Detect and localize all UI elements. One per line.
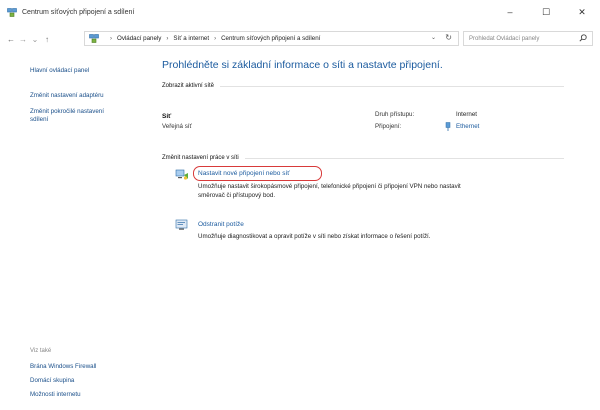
breadcrumb-separator: ›	[214, 35, 217, 42]
breadcrumb-control-panel[interactable]: Ovládací panely	[117, 35, 161, 42]
sidebar: Hlavní ovládací panel Změnit nastavení a…	[0, 55, 150, 410]
connections-label: Připojení:	[375, 123, 402, 130]
divider	[220, 85, 564, 87]
network-center-icon	[7, 7, 17, 17]
troubleshoot-description: Umožňuje diagnostikovat a opravit potíže…	[198, 233, 431, 240]
network-setup-icon	[175, 169, 189, 181]
address-row: ← → ⌄ ↑ › Ovládací panely › Síť a intern…	[0, 29, 600, 49]
page-title: Prohlédněte si základní informace o síti…	[162, 59, 443, 71]
see-also-link-homegroup[interactable]: Domácí skupina	[30, 377, 74, 385]
breadcrumb-separator: ›	[166, 35, 169, 42]
refresh-button[interactable]: ↻	[445, 33, 452, 42]
access-type-label: Druh přístupu:	[375, 111, 415, 118]
back-button[interactable]: ←	[5, 32, 17, 46]
troubleshoot-icon	[175, 219, 189, 231]
network-center-icon	[89, 34, 99, 43]
window-title: Centrum síťových připojení a sdílení	[22, 8, 135, 16]
see-also-link-internet-options[interactable]: Možnosti internetu	[30, 391, 81, 399]
breadcrumb-separator: ›	[110, 35, 112, 42]
access-type-value: Internet	[456, 111, 477, 118]
recent-locations-button[interactable]: ⌄	[29, 32, 41, 46]
sidebar-link-change-adapter-settings[interactable]: Změnit nastavení adaptéru	[30, 92, 104, 100]
sidebar-link-control-panel-home[interactable]: Hlavní ovládací panel	[30, 67, 89, 75]
divider	[244, 157, 564, 159]
title-bar: Centrum síťových připojení a sdílení – ☐…	[0, 0, 600, 24]
network-name: Síť	[162, 113, 172, 120]
network-type[interactable]: Veřejná síť	[162, 123, 192, 130]
main-content: Prohlédněte si základní informace o síti…	[160, 55, 590, 410]
minimize-button[interactable]: –	[492, 0, 528, 24]
ethernet-link[interactable]: Ethernet	[456, 123, 479, 130]
breadcrumb-network-center[interactable]: Centrum síťových připojení a sdílení	[221, 35, 320, 42]
close-button[interactable]: ✕	[564, 0, 600, 24]
setup-connection-description-line1: Umožňuje nastavit širokopásmové připojen…	[198, 183, 461, 190]
address-bar[interactable]: › Ovládací panely › Síť a internet › Cen…	[84, 31, 459, 46]
search-icon[interactable]	[579, 34, 587, 44]
change-settings-heading: Změnit nastavení práce v síti	[162, 155, 564, 161]
active-networks-heading-text: Zobrazit aktivní sítě	[162, 83, 215, 89]
breadcrumb-network-internet[interactable]: Síť a internet	[173, 35, 209, 42]
sidebar-link-change-advanced-sharing[interactable]: Změnit pokročilé nastavení	[30, 108, 104, 116]
search-placeholder: Prohledat Ovládací panely	[469, 35, 540, 42]
search-input[interactable]: Prohledat Ovládací panely	[463, 31, 593, 46]
change-settings-heading-text: Změnit nastavení práce v síti	[162, 155, 239, 161]
setup-connection-description-line2: směrovač či přístupový bod.	[198, 192, 276, 199]
troubleshoot-link[interactable]: Odstranit potíže	[198, 221, 244, 228]
maximize-button[interactable]: ☐	[528, 0, 564, 24]
see-also-link-firewall[interactable]: Brána Windows Firewall	[30, 363, 96, 371]
sidebar-link-change-advanced-sharing-cont[interactable]: sdílení	[30, 116, 48, 124]
up-button[interactable]: ↑	[41, 32, 53, 46]
active-networks-heading: Zobrazit aktivní sítě	[162, 83, 564, 89]
see-also-heading: Viz také	[30, 348, 52, 354]
address-dropdown-button[interactable]: ⌄	[431, 34, 436, 41]
ethernet-icon	[445, 122, 451, 131]
forward-button[interactable]: →	[17, 32, 29, 46]
setup-new-connection-link[interactable]: Nastavit nové připojení nebo síť	[198, 170, 290, 177]
